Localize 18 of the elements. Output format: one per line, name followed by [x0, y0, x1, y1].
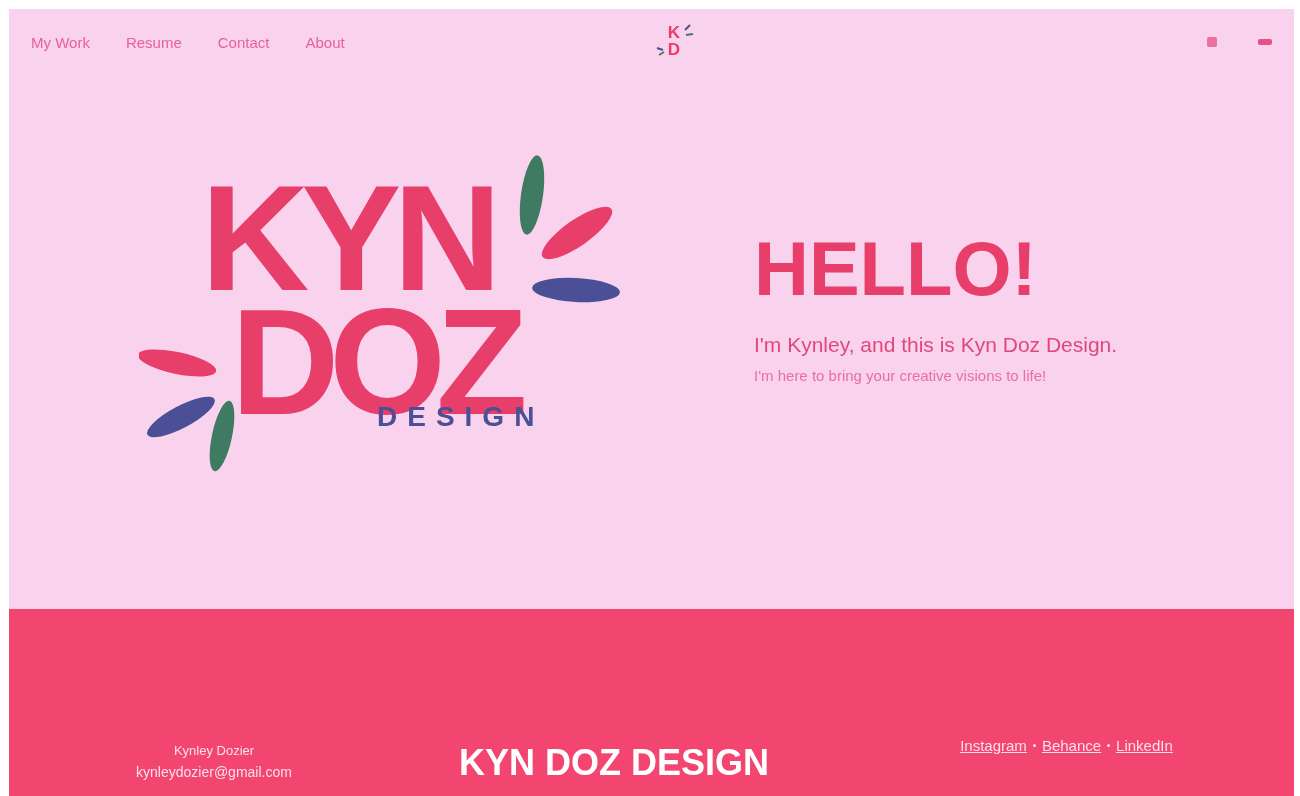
footer-title: KYN DOZ DESIGN — [458, 742, 770, 784]
rectangle-icon[interactable] — [1258, 38, 1272, 46]
social-link[interactable]: Instagram — [960, 737, 1027, 754]
separator-dot — [1032, 744, 1036, 747]
tagline-text: I'm here to bring your creative visions to life! — [754, 366, 1048, 384]
intro-text: I'm Kynley, and this is Kyn Doz Design. — [754, 332, 1118, 357]
hero-heading: HELLO! — [754, 230, 1038, 307]
social-link[interactable]: Behance — [1041, 737, 1102, 754]
contact-email: kynleydozier@gmail.com — [136, 764, 292, 780]
social-link[interactable]: LinkedIn — [1116, 737, 1173, 754]
separator-dot — [1107, 744, 1111, 747]
nav-link[interactable]: Contact — [217, 33, 270, 51]
nav-link[interactable]: Resume — [125, 33, 182, 51]
contact-name: Kynley Dozier — [173, 743, 255, 758]
nav-link[interactable]: My Work — [31, 33, 90, 51]
logo[interactable]: K D — [652, 22, 696, 62]
square-icon[interactable] — [1206, 36, 1218, 48]
nav-link[interactable]: About — [305, 33, 345, 51]
